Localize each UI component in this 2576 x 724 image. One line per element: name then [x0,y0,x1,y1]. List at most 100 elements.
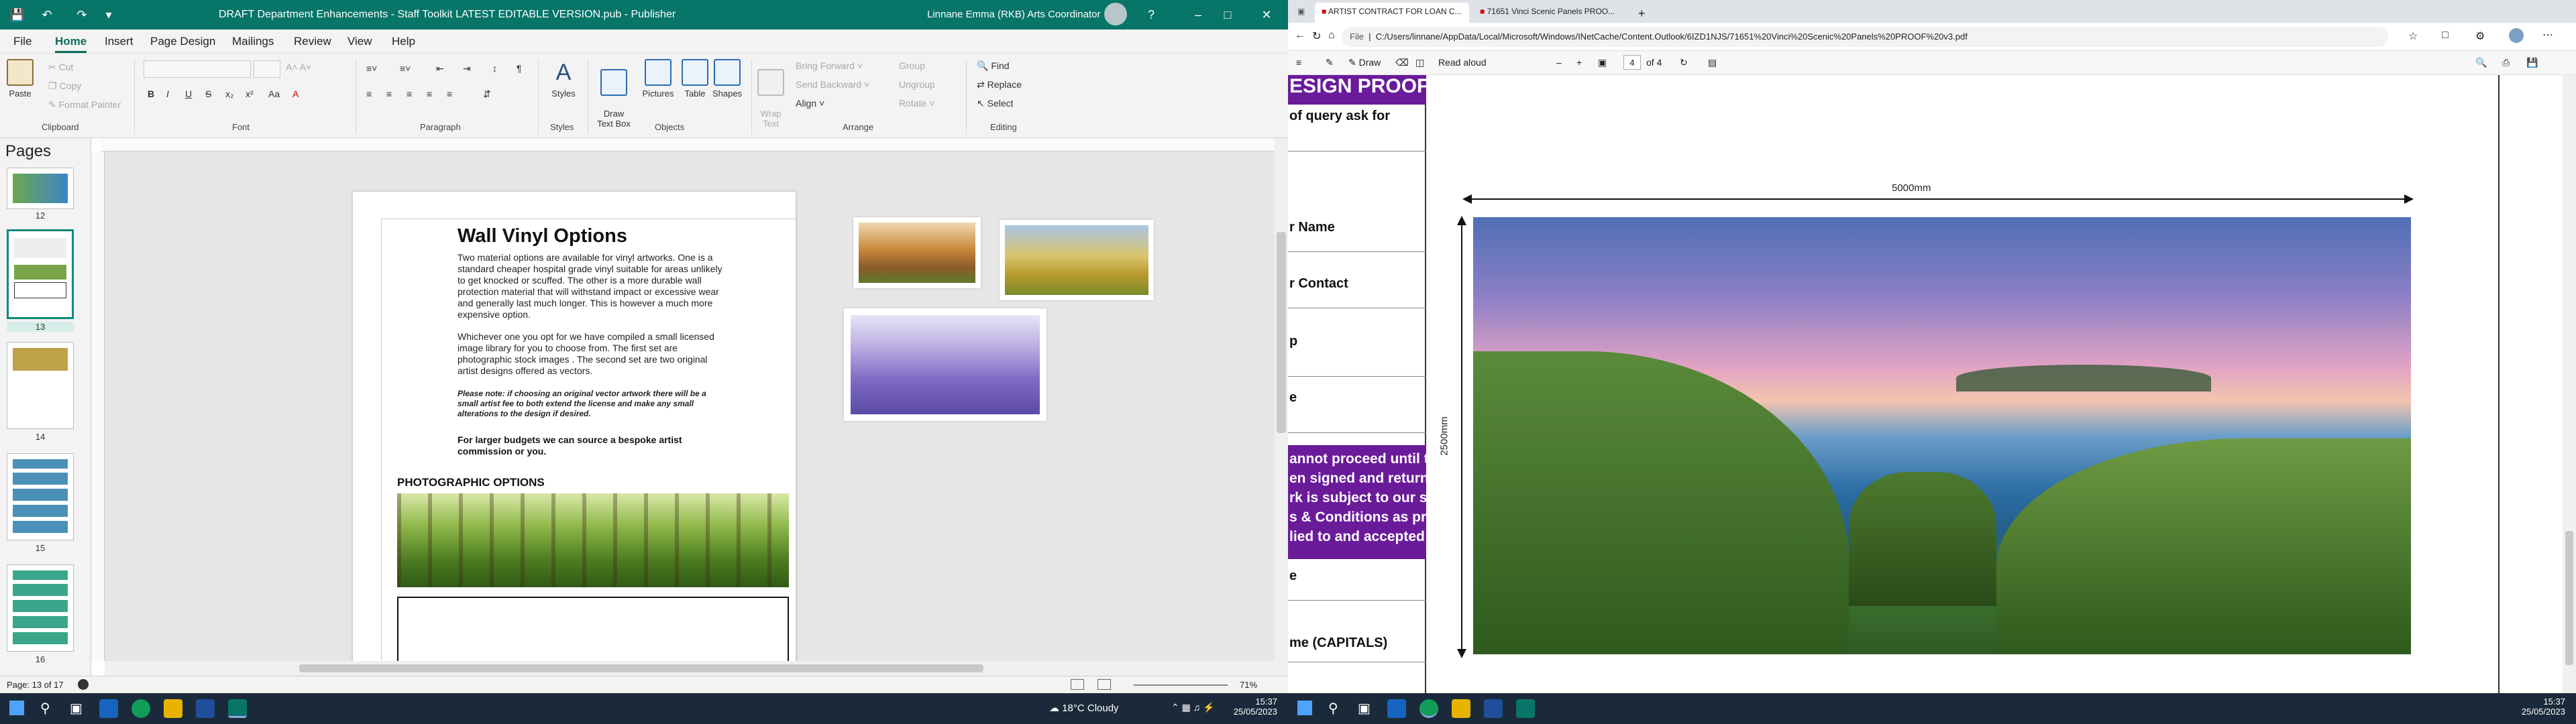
page-view-icon[interactable]: ◫ [1415,57,1424,68]
paragraph-spacing-icon[interactable]: ⇵ [483,88,491,100]
body-paragraph[interactable]: Whichever one you opt for we have compil… [458,331,726,377]
page-thumbnail[interactable] [7,564,74,652]
cut-button[interactable]: ✂ Cut [48,62,73,73]
wrap-text-button[interactable]: Wrap Text [755,59,786,129]
coastal-landscape-image[interactable] [1473,217,2411,654]
more-icon[interactable]: ⋯ [2542,28,2553,42]
tab-insert[interactable]: Insert [105,35,133,48]
page-thumbnail[interactable] [7,342,74,429]
clock[interactable]: 15:37 25/05/2023 [2518,697,2565,717]
pdf-vertical-scrollbar[interactable] [2563,75,2576,693]
tab-view[interactable]: View [347,35,372,48]
windows-start-icon[interactable] [9,701,24,715]
task-view-icon[interactable]: ▣ [70,700,83,717]
line-spacing-icon[interactable]: ↕ [492,63,497,74]
draw-text-box-button[interactable]: Draw Text Box [593,59,635,129]
search-icon[interactable]: ⚲ [1328,700,1338,717]
tab-actions-icon[interactable]: ▣ [1291,3,1315,23]
redo-icon[interactable]: ↷ [74,7,90,23]
copy-button[interactable]: ❐ Copy [48,80,81,92]
distribute-icon[interactable]: ≡ [447,88,452,99]
decrease-indent-icon[interactable]: ⇤ [436,63,444,74]
page-thumbnail-selected[interactable] [7,229,74,319]
single-page-view-icon[interactable] [1071,679,1084,690]
page-thumbnail[interactable] [7,168,74,209]
scroll-thumb[interactable] [2565,531,2573,665]
weather-widget[interactable]: ☁ 18°C Cloudy [1049,702,1119,714]
publisher-icon[interactable] [1516,699,1535,718]
vertical-ruler[interactable] [91,152,105,661]
change-case-button[interactable]: Aa [268,88,280,99]
save-icon[interactable]: 💾 [2526,57,2538,68]
font-size-box[interactable] [254,60,280,78]
scratch-image[interactable] [844,308,1046,421]
file-explorer-icon[interactable] [1452,699,1470,718]
rotate-icon[interactable]: ↻ [1680,57,1688,68]
numbering-icon[interactable]: ≡˅ [400,63,411,74]
tab-page-design[interactable]: Page Design [150,35,215,48]
bring-forward-button[interactable]: Bring Forward ˅ [796,60,863,71]
shapes-button[interactable]: Shapes [707,59,747,99]
page-thumbnail[interactable] [7,453,74,540]
scroll-thumb[interactable] [1277,232,1286,433]
browser-tab[interactable]: ■ ARTIST CONTRACT FOR LOAN C... [1315,3,1469,23]
forest-image[interactable] [397,493,789,587]
edge-icon[interactable] [131,699,150,718]
show-marks-icon[interactable]: ¶ [517,63,522,74]
section-heading[interactable]: PHOTOGRAPHIC OPTIONS [397,476,545,489]
browser-tab[interactable]: ■ 71651 Vinci Scenic Panels PROO... [1473,3,1627,23]
read-aloud-button[interactable]: Read aloud [1438,57,1487,68]
profile-avatar[interactable] [2509,28,2524,43]
find-button[interactable]: 🔍 Find [977,60,1010,72]
align-right-icon[interactable]: ≡ [407,88,412,99]
align-left-icon[interactable]: ≡ [366,88,372,99]
user-name[interactable]: Linnane Emma (RKB) Arts Coordinator [927,9,1100,20]
extensions-icon[interactable]: ⚙ [2475,29,2485,43]
format-painter-button[interactable]: ✎ Format Painter [48,99,121,111]
justify-icon[interactable]: ≡ [427,88,432,99]
pictures-button[interactable]: Pictures [637,59,679,99]
superscript-button[interactable]: x² [246,88,254,99]
address-bar[interactable]: File | C:/Users/linnane/AppData/Local/Mi… [1342,27,2388,47]
two-page-view-icon[interactable] [1097,679,1111,690]
scratch-image[interactable] [1000,220,1154,300]
paste-button[interactable]: Paste [5,59,35,99]
outlook-icon[interactable] [99,699,118,718]
new-tab-icon[interactable]: + [1631,3,1652,23]
minimize-icon[interactable]: – [1190,7,1206,23]
search-icon[interactable]: ⚲ [40,700,50,717]
scratch-image[interactable] [853,217,981,288]
tab-mailings[interactable]: Mailings [232,35,274,48]
ungroup-button[interactable]: Ungroup [899,79,935,90]
word-icon[interactable] [1484,699,1503,718]
windows-start-icon[interactable] [1297,701,1312,715]
system-tray-icons[interactable]: ⌃ ▦ ♫ ⚡ [1171,702,1215,713]
undo-icon[interactable]: ↶ [39,7,55,23]
file-explorer-icon[interactable] [164,699,182,718]
italic-button[interactable]: I [166,88,169,99]
favorites-icon[interactable]: ☆ [2408,29,2418,43]
erase-icon[interactable]: ⌫ [1395,57,1409,68]
horizontal-scrollbar[interactable] [105,661,1275,676]
bullets-icon[interactable]: ≡˅ [366,63,377,74]
group-button[interactable]: Group [899,60,925,71]
tab-review[interactable]: Review [294,35,331,48]
vertical-scrollbar[interactable] [1275,138,1288,676]
rotate-button[interactable]: Rotate ˅ [899,98,934,109]
strikethrough-button[interactable]: S [205,88,211,99]
align-center-icon[interactable]: ≡ [386,88,392,99]
avatar[interactable] [1104,3,1127,25]
body-paragraph[interactable]: Two material options are available for v… [458,252,726,320]
zoom-out-icon[interactable]: – [1556,57,1562,68]
font-color-button[interactable]: A [292,88,299,99]
maximize-icon[interactable]: □ [1220,7,1236,23]
horizontal-ruler[interactable] [101,138,1275,152]
tab-home[interactable]: Home [55,35,87,53]
contents-icon[interactable]: ≡ [1296,57,1301,68]
clock[interactable]: 15:37 25/05/2023 [1230,697,1277,717]
close-icon[interactable]: ✕ [1258,7,1275,23]
pdf-viewer[interactable]: ESIGN PROOF of query ask for r Name r Co… [1288,75,2563,693]
outlook-icon[interactable] [1387,699,1406,718]
collections-icon[interactable]: □ [2442,29,2449,42]
send-backward-button[interactable]: Send Backward ˅ [796,79,869,90]
